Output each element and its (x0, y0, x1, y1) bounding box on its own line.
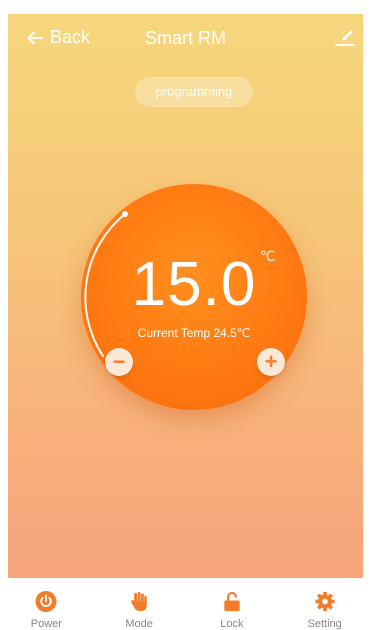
tab-setting[interactable]: Setting (278, 578, 371, 630)
tab-setting-label: Setting (307, 618, 342, 630)
header: Back Smart RM (8, 14, 363, 62)
pencil-icon[interactable] (333, 24, 357, 48)
temperature-dial[interactable]: 15.0 ℃ Current Temp 24.5℃ − + (81, 184, 307, 410)
gear-icon (315, 591, 335, 612)
tab-power-label: Power (30, 618, 62, 630)
current-temp: Current Temp 24.5℃ (137, 326, 251, 340)
tab-lock-label: Lock (220, 618, 244, 630)
bottom-tab-bar: Power Mode Lock Setting (0, 578, 371, 630)
temperature-unit: ℃ (260, 248, 276, 264)
power-icon (35, 590, 57, 613)
increase-button[interactable]: + (257, 348, 285, 376)
tab-mode[interactable]: Mode (93, 578, 186, 630)
tab-power[interactable]: Power (0, 578, 93, 630)
decrease-button[interactable]: − (105, 348, 133, 376)
hand-icon (130, 591, 147, 612)
unlock-icon (224, 591, 240, 612)
thermostat-screen: Back Smart RM programming 15.0 ℃ Current… (8, 14, 363, 578)
page-title: Smart RM (145, 28, 226, 48)
tab-lock[interactable]: Lock (186, 578, 279, 630)
mode-badge: programming (135, 77, 253, 107)
arc-handle[interactable] (122, 211, 128, 217)
tab-mode-label: Mode (125, 618, 153, 630)
